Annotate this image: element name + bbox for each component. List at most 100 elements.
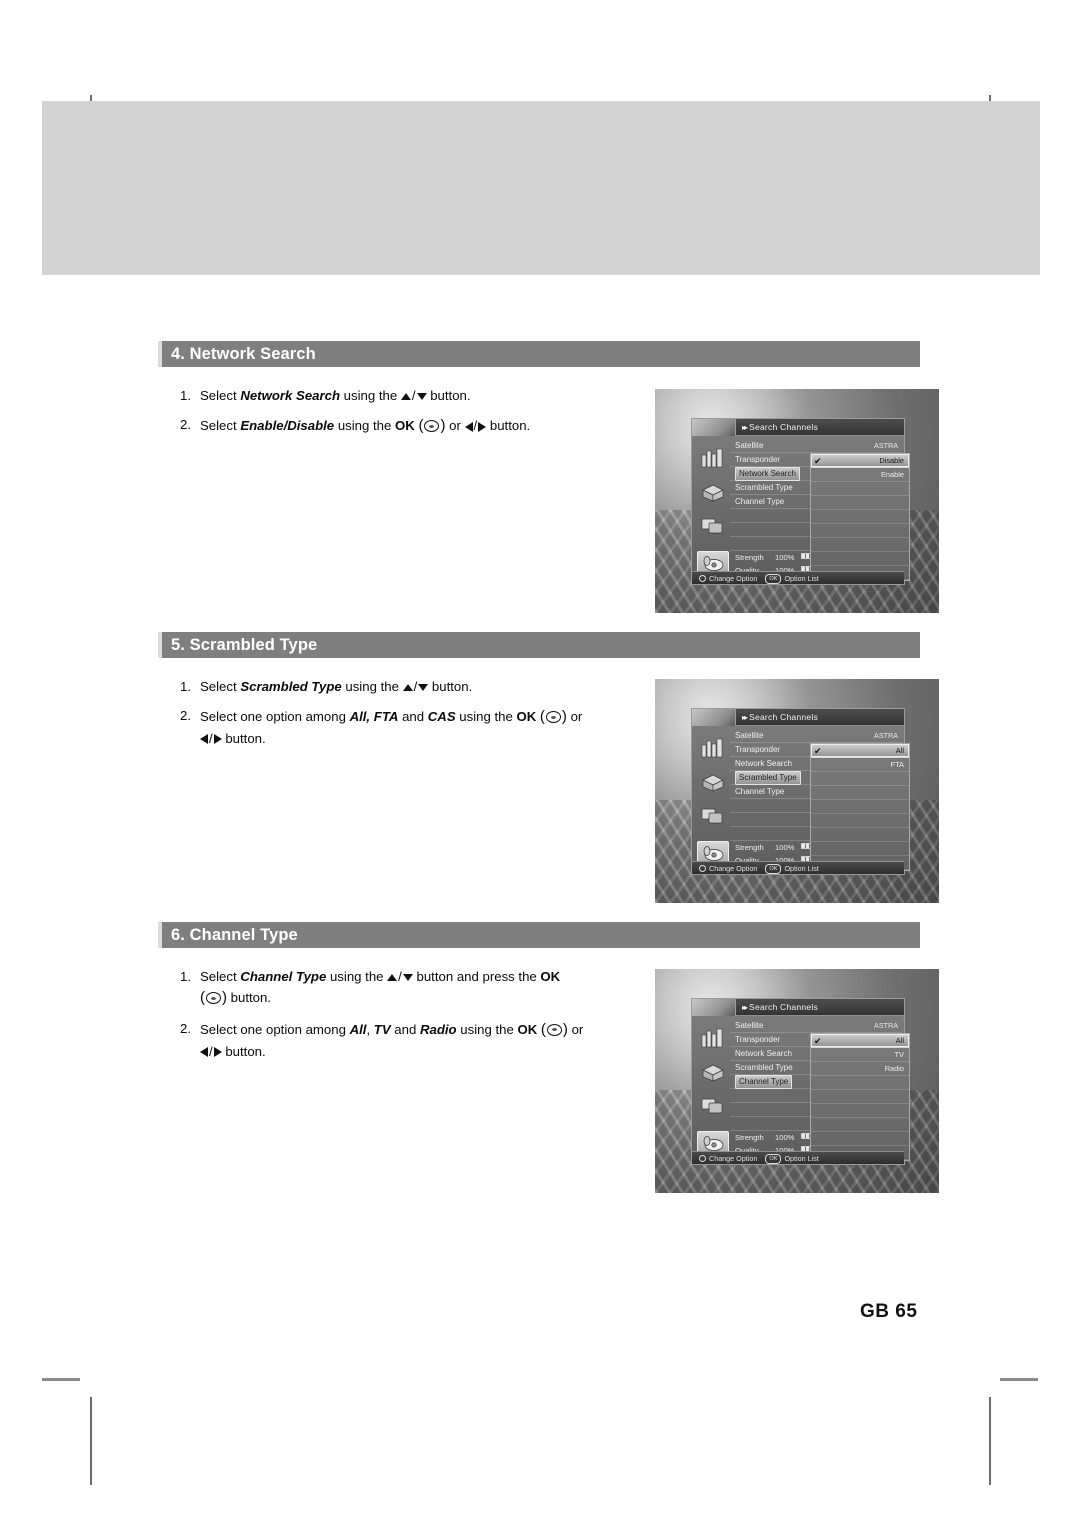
osd-title-text: ▸▸ Search Channels <box>742 712 818 722</box>
osd-footer-option-list: Option List <box>784 864 819 873</box>
check-icon: ✔ <box>814 1036 822 1046</box>
osd-screenshot-scrambled-type: ▸▸ Search Channels Satellite ASTRA Trans… <box>655 679 939 903</box>
arrow-down-icon <box>402 974 413 982</box>
osd-option-blank <box>811 552 909 566</box>
osd-option-blank <box>811 1118 909 1132</box>
steps-list-5: 1. Select Scrambled Type using the / but… <box>158 677 628 749</box>
arrow-up-icon <box>387 974 398 982</box>
osd-option-item[interactable]: TV <box>811 1048 909 1062</box>
circle-button-icon <box>699 1155 706 1162</box>
osd-option-item[interactable]: Enable <box>811 468 909 482</box>
osd-row-label: Transponder <box>735 1035 781 1044</box>
step-number: 1. <box>180 388 191 403</box>
osd-option-blank <box>811 496 909 510</box>
osd-option-blank <box>811 814 909 828</box>
osd-option-label: All <box>895 746 904 755</box>
arrow-left-icon <box>464 421 473 432</box>
osd-option-blank <box>811 538 909 552</box>
osd-option-blank <box>811 772 909 786</box>
osd-row-label: Channel Type <box>735 1075 793 1089</box>
tools-box-icon[interactable] <box>697 479 729 505</box>
osd-option-blank <box>811 482 909 496</box>
arrow-up-icon <box>402 684 413 692</box>
osd-row-satellite[interactable]: Satellite ASTRA <box>730 439 902 453</box>
arrow-down-icon <box>416 393 427 401</box>
arrow-right-icon <box>478 421 487 432</box>
osd-footer-option-list: Option List <box>784 1154 819 1163</box>
osd-footer-bar: Change Option OK Option List <box>692 861 904 874</box>
ok-key-icon: OK <box>765 574 782 584</box>
osd-option-item[interactable]: ✔ All <box>811 1034 909 1048</box>
step-text: Select Enable/Disable using the OK () or… <box>200 417 531 435</box>
crop-mark-left-bottom <box>90 1397 92 1485</box>
arrow-left-icon <box>200 734 208 745</box>
osd-icon-column <box>694 729 730 874</box>
crop-mark-bottom-right <box>1000 1378 1038 1381</box>
step-item: 1. Select Network Search using the / but… <box>180 386 628 406</box>
osd-row-label: Network Search <box>735 1049 792 1058</box>
installation-icon[interactable] <box>697 735 729 761</box>
osd-row-label: Satellite <box>735 1021 764 1030</box>
step-text: Select Network Search using the / button… <box>200 388 471 403</box>
osd-row-label: Scrambled Type <box>735 1063 793 1072</box>
osd-option-item[interactable]: Radio <box>811 1062 909 1076</box>
osd-row-label: Scrambled Type <box>735 483 793 492</box>
double-chevron-right-icon: ▸▸ <box>742 713 748 722</box>
step-item: 2. Select one option among All, FTA and … <box>180 706 628 749</box>
header-band <box>42 101 1040 275</box>
step-text: Select one option among All, FTA and CAS… <box>200 708 583 746</box>
step-number: 1. <box>180 969 191 984</box>
osd-row-label: Channel Type <box>735 787 785 796</box>
osd-option-blank <box>811 1090 909 1104</box>
installation-icon[interactable] <box>697 445 729 471</box>
osd-option-label: Radio <box>884 1064 904 1073</box>
step-text: Select Scrambled Type using the / button… <box>200 679 473 694</box>
display-monitor-icon[interactable] <box>697 1093 729 1119</box>
osd-title-bar: ▸▸ Search Channels <box>692 708 904 726</box>
ok-round-button-icon <box>206 992 221 1005</box>
check-icon: ✔ <box>814 746 822 756</box>
osd-option-label: Enable <box>880 470 904 479</box>
ok-key-icon: OK <box>765 1154 782 1164</box>
tools-box-icon[interactable] <box>697 1059 729 1085</box>
osd-option-item[interactable]: ✔ Disable <box>811 454 909 468</box>
osd-title-bar: ▸▸ Search Channels <box>692 418 904 436</box>
steps-list-4: 1. Select Network Search using the / but… <box>158 386 628 438</box>
osd-menu-panel: ▸▸ Search Channels Satellite ASTRA Trans… <box>691 998 910 1165</box>
arrow-up-icon <box>400 393 411 401</box>
tools-box-icon[interactable] <box>697 769 729 795</box>
osd-row-label: Network Search <box>735 759 792 768</box>
osd-row-label: Satellite <box>735 441 764 450</box>
osd-option-blank <box>811 1076 909 1090</box>
osd-option-blank <box>811 800 909 814</box>
display-monitor-icon[interactable] <box>697 513 729 539</box>
osd-option-item[interactable]: FTA <box>811 758 909 772</box>
section-title-5: 5. Scrambled Type <box>171 636 318 654</box>
display-monitor-icon[interactable] <box>697 803 729 829</box>
ok-round-button-icon <box>424 420 440 433</box>
double-chevron-right-icon: ▸▸ <box>742 423 748 432</box>
arrow-right-icon <box>213 1047 222 1058</box>
step-number: 2. <box>180 417 191 433</box>
arrow-right-icon <box>213 734 222 745</box>
osd-title-text: ▸▸ Search Channels <box>742 422 818 432</box>
osd-option-blank <box>811 1104 909 1118</box>
osd-title-text: ▸▸ Search Channels <box>742 1002 818 1012</box>
crop-mark-bottom-left <box>42 1378 80 1381</box>
osd-option-dropdown[interactable]: ✔ All FTA <box>810 743 910 871</box>
osd-row-satellite[interactable]: Satellite ASTRA <box>730 729 902 743</box>
installation-icon[interactable] <box>697 1025 729 1051</box>
osd-row-label: Scrambled Type <box>735 771 801 785</box>
manual-page: 4. Network Search 1. Select Network Sear… <box>0 0 1080 1528</box>
osd-row-label: Transponder <box>735 455 781 464</box>
osd-option-blank <box>811 842 909 856</box>
osd-option-dropdown[interactable]: ✔ Disable Enable <box>810 453 910 581</box>
osd-row-satellite[interactable]: Satellite ASTRA <box>730 1019 902 1033</box>
osd-option-item[interactable]: ✔ All <box>811 744 909 758</box>
osd-option-label: TV <box>894 1050 904 1059</box>
osd-option-blank <box>811 828 909 842</box>
arrow-down-icon <box>418 684 429 692</box>
osd-option-label: All <box>895 1036 904 1045</box>
osd-option-dropdown[interactable]: ✔ All TV Radio <box>810 1033 910 1161</box>
step-number: 2. <box>180 708 191 724</box>
